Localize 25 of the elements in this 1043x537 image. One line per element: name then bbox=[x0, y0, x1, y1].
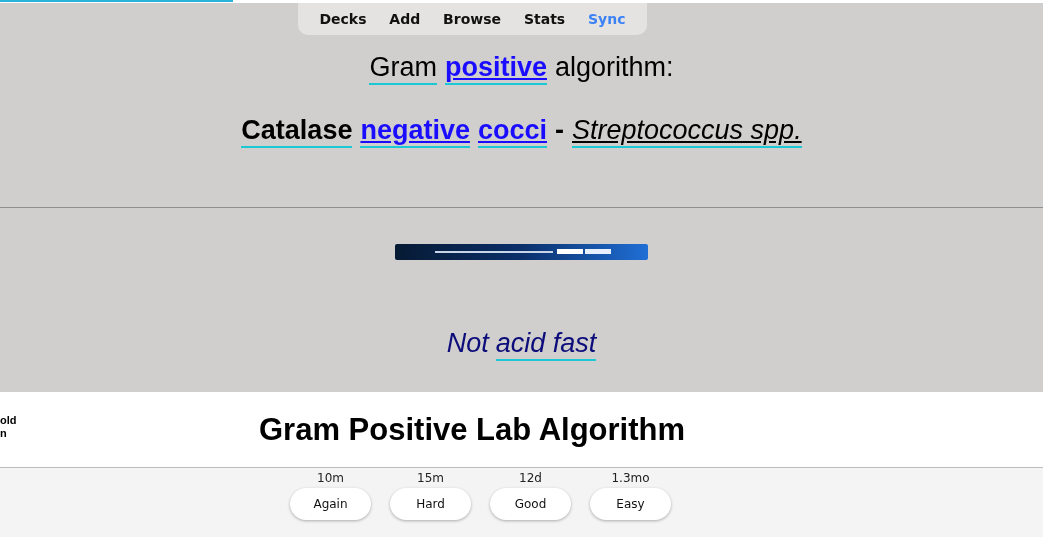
card-text: Streptococcus spp. bbox=[572, 115, 802, 148]
deck-title: Gram Positive Lab Algorithm bbox=[259, 411, 686, 448]
card-text: - bbox=[555, 115, 564, 147]
nav-link[interactable]: Browse bbox=[443, 11, 502, 27]
term-link[interactable]: positive bbox=[444, 52, 547, 85]
answer-button[interactable]: Hard bbox=[390, 488, 471, 520]
answer-text: acid fast bbox=[495, 328, 597, 361]
interval-label: 15m bbox=[417, 471, 444, 485]
interval-label: 1.3mo bbox=[611, 471, 650, 485]
answer-button[interactable]: Good bbox=[490, 488, 571, 520]
interval-label: 12d bbox=[519, 471, 542, 485]
nav-link[interactable]: Stats bbox=[523, 11, 566, 27]
card-text: algorithm: bbox=[555, 52, 674, 84]
answer-text: Not bbox=[446, 328, 489, 360]
side-text: old bbox=[0, 414, 17, 427]
nav-link[interactable]: Decks bbox=[319, 11, 367, 27]
nav-link[interactable]: Add bbox=[389, 11, 421, 27]
answer-button[interactable]: Easy bbox=[590, 488, 671, 520]
card-text: Catalase bbox=[241, 115, 353, 148]
card-text: Gram bbox=[369, 52, 437, 85]
term-link[interactable]: cocci bbox=[477, 115, 547, 148]
term-link[interactable]: negative bbox=[360, 115, 470, 148]
side-text: n bbox=[0, 427, 7, 440]
interval-label: 10m bbox=[317, 471, 344, 485]
answer-button[interactable]: Again bbox=[290, 488, 371, 520]
